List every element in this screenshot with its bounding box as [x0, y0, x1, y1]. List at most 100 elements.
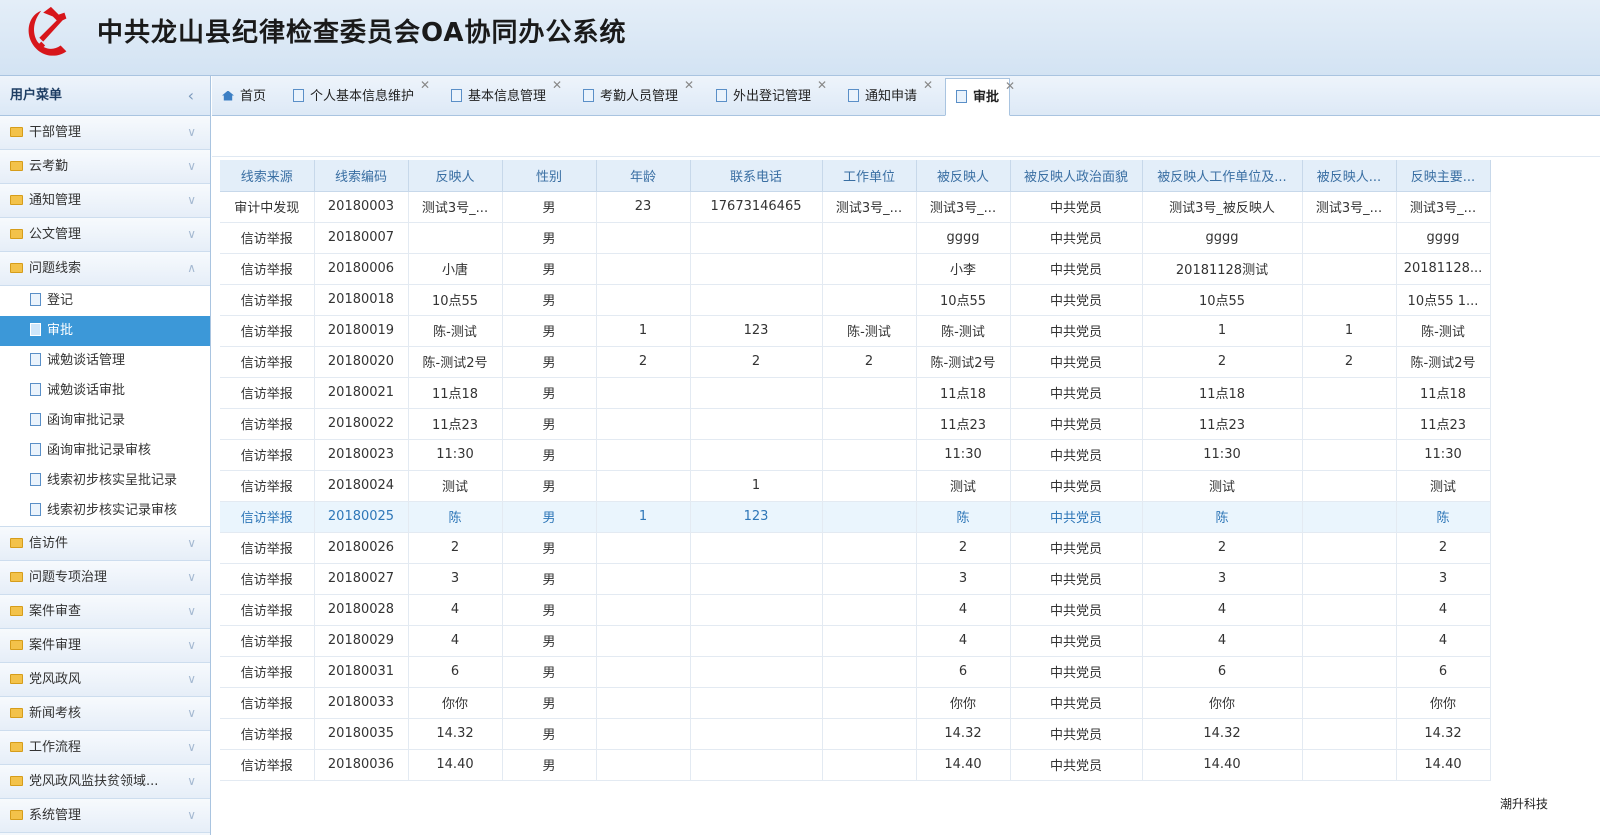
close-tab-icon[interactable]: ✕: [684, 66, 694, 104]
table-cell: 11点23: [408, 408, 503, 440]
tab-2[interactable]: 基本信息管理 ✕: [441, 78, 562, 116]
tab-6[interactable]: 审批 ✕: [945, 78, 1015, 116]
table-cell: 中共党员: [1010, 656, 1143, 688]
table-row[interactable]: 信访举报 20180023 11:30 男 11:30 中共党员 11:30 11:30: [220, 439, 1491, 471]
collapse-sidebar-icon[interactable]: ‹: [188, 76, 194, 116]
table-cell: [690, 284, 823, 316]
column-header[interactable]: 年龄: [596, 160, 691, 192]
menu-group-bottom-1[interactable]: 问题专项治理 ∨: [0, 561, 210, 595]
table-cell: 男: [502, 253, 597, 285]
table-row[interactable]: 信访举报 20180033 你你男你你 中共党员 你你 你你: [220, 687, 1491, 719]
table-cell: 测试: [1142, 470, 1303, 502]
sidebar-item-6[interactable]: 线索初步核实呈批记录: [0, 466, 210, 496]
table-row[interactable]: 信访举报 20180021 11点18 男 11点18 中共党员 11点18 11点18: [220, 377, 1491, 409]
table-row[interactable]: 信访举报 20180006 小唐男 小李 中共党员 20181128测试 20181128.…: [220, 253, 1491, 285]
table-cell: 6: [916, 656, 1011, 688]
table-row[interactable]: 信访举报 20180018 10点55 男 10点55 中共党员 10点55 10点55 1.…: [220, 284, 1491, 316]
menu-group-bottom-3[interactable]: 案件审理 ∨: [0, 629, 210, 663]
table-cell: 11点18: [916, 377, 1011, 409]
table-row[interactable]: 信访举报 20180025 陈男 1 123 陈中共党员陈陈: [220, 501, 1491, 533]
table-row[interactable]: 信访举报 20180036 14.40 男 14.40 中共党员 14.40 14.40: [220, 749, 1491, 781]
column-header[interactable]: 被反映人工作单位及...: [1142, 160, 1303, 192]
sidebar-item-3[interactable]: 诫勉谈话审批: [0, 376, 210, 406]
table-cell: 中共党员: [1010, 377, 1143, 409]
table-cell: 中共党员: [1010, 253, 1143, 285]
tab-4[interactable]: 外出登记管理 ✕: [706, 78, 827, 116]
document-icon: [956, 90, 967, 103]
table-cell: 1: [690, 470, 823, 502]
table-cell: 男: [502, 749, 597, 781]
folder-icon: [10, 775, 23, 786]
home-icon: [222, 90, 234, 101]
sidebar-item-5[interactable]: 函询审批记录审核: [0, 436, 210, 466]
tab-3[interactable]: 考勤人员管理 ✕: [573, 78, 694, 116]
table-row[interactable]: 信访举报 20180028 4 男 4 中共党员 4 4: [220, 594, 1491, 626]
table-cell: 陈: [1396, 501, 1491, 533]
sidebar-item-4[interactable]: 函询审批记录: [0, 406, 210, 436]
table-row[interactable]: 审计中发现 20180003 测试3号_... 男 23 17673146465 测试3号_…: [220, 191, 1491, 223]
menu-group-bottom-7[interactable]: 党风政风监扶贫领域... ∨: [0, 765, 210, 799]
table-cell: [822, 749, 917, 781]
menu-group-bottom-4[interactable]: 党风政风 ∨: [0, 663, 210, 697]
sidebar-item-0[interactable]: 登记: [0, 286, 210, 316]
column-header[interactable]: 反映主要...: [1396, 160, 1491, 192]
menu-group-bottom-6[interactable]: 工作流程 ∨: [0, 731, 210, 765]
tab-1[interactable]: 个人基本信息维护 ✕: [283, 78, 430, 116]
tab-0[interactable]: 首页: [212, 78, 276, 116]
close-tab-icon[interactable]: ✕: [817, 66, 827, 104]
close-tab-icon[interactable]: ✕: [923, 66, 933, 104]
column-header[interactable]: 被反映人...: [1302, 160, 1397, 192]
table-cell: 测试: [408, 470, 503, 502]
menu-group-bottom-0[interactable]: 信访件 ∨: [0, 527, 210, 561]
table-cell: 信访举报: [220, 284, 315, 316]
table-row[interactable]: 信访举报 20180026 2 男 2 中共党员 2 2: [220, 532, 1491, 564]
folder-icon: [10, 262, 23, 273]
column-header[interactable]: 工作单位: [822, 160, 917, 192]
menu-group-top-3[interactable]: 公文管理 ∨: [0, 218, 210, 252]
column-header[interactable]: 联系电话: [690, 160, 823, 192]
menu-group-bottom-2[interactable]: 案件审查 ∨: [0, 595, 210, 629]
menu-group-bottom-5[interactable]: 新闻考核 ∨: [0, 697, 210, 731]
table-cell: 10点55 1...: [1396, 284, 1491, 316]
sidebar-item-label: 诫勉谈话管理: [47, 353, 126, 368]
table-row[interactable]: 信访举报 20180022 11点23 男 11点23 中共党员 11点23 11点23: [220, 408, 1491, 440]
tab-label: 通知申请: [865, 89, 918, 104]
sidebar-item-1[interactable]: 审批: [0, 316, 210, 346]
table-cell: [822, 253, 917, 285]
column-header[interactable]: 被反映人: [916, 160, 1011, 192]
column-header[interactable]: 线索来源: [220, 160, 315, 192]
table-cell: 11点23: [1142, 408, 1303, 440]
table-row[interactable]: 信访举报 20180031 6 男 6 中共党员 6 6: [220, 656, 1491, 688]
folder-icon: [10, 741, 23, 752]
close-tab-icon[interactable]: ✕: [420, 66, 430, 104]
menu-group-top-2[interactable]: 通知管理 ∨: [0, 184, 210, 218]
menu-group-top-0[interactable]: 干部管理 ∨: [0, 116, 210, 150]
table-cell: 11点23: [1396, 408, 1491, 440]
column-header[interactable]: 反映人: [408, 160, 503, 192]
table-row[interactable]: 信访举报 20180027 3 男 3 中共党员 3 3: [220, 563, 1491, 595]
tab-label: 审批: [973, 90, 1000, 105]
table-row[interactable]: 信访举报 20180035 14.32 男 14.32 中共党员 14.32 14.32: [220, 718, 1491, 750]
table-cell: 14.32: [916, 718, 1011, 750]
close-tab-icon[interactable]: ✕: [552, 66, 562, 104]
tab-5[interactable]: 通知申请 ✕: [838, 78, 933, 116]
sidebar-item-7[interactable]: 线索初步核实记录审核: [0, 496, 210, 526]
sidebar-item-2[interactable]: 诫勉谈话管理: [0, 346, 210, 376]
column-header[interactable]: 性别: [502, 160, 597, 192]
table-row[interactable]: 信访举报 20180024 测试男 1 测试 中共党员 测试 测试: [220, 470, 1491, 502]
table-row[interactable]: 信访举报 20180020 陈-测试2号男 2 2 2 陈-测试2号 中共党员 2 2 陈-测试2号: [220, 346, 1491, 378]
menu-group-problem-clues[interactable]: 问题线索 ∧: [0, 252, 210, 286]
table-row[interactable]: 信访举报 20180029 4 男 4 中共党员 4 4: [220, 625, 1491, 657]
menu-group-top-1[interactable]: 云考勤 ∨: [0, 150, 210, 184]
close-tab-icon[interactable]: ✕: [1005, 67, 1015, 105]
column-header[interactable]: 线索编码: [314, 160, 409, 192]
document-icon: [30, 293, 41, 306]
table-row[interactable]: 信访举报 20180007 男 gggg 中共党员 gggg gggg: [220, 222, 1491, 254]
table-cell: 1: [1302, 315, 1397, 347]
menu-group-bottom-8[interactable]: 系统管理 ∨: [0, 799, 210, 833]
column-header[interactable]: 被反映人政治面貌: [1010, 160, 1143, 192]
menu-group-label: 系统管理: [29, 808, 82, 823]
table-row[interactable]: 信访举报 20180019 陈-测试男 1 123 陈-测试 陈-测试 中共党员 1 1 陈-测试: [220, 315, 1491, 347]
table-cell: 20180028: [314, 594, 409, 626]
table-cell: [690, 222, 823, 254]
